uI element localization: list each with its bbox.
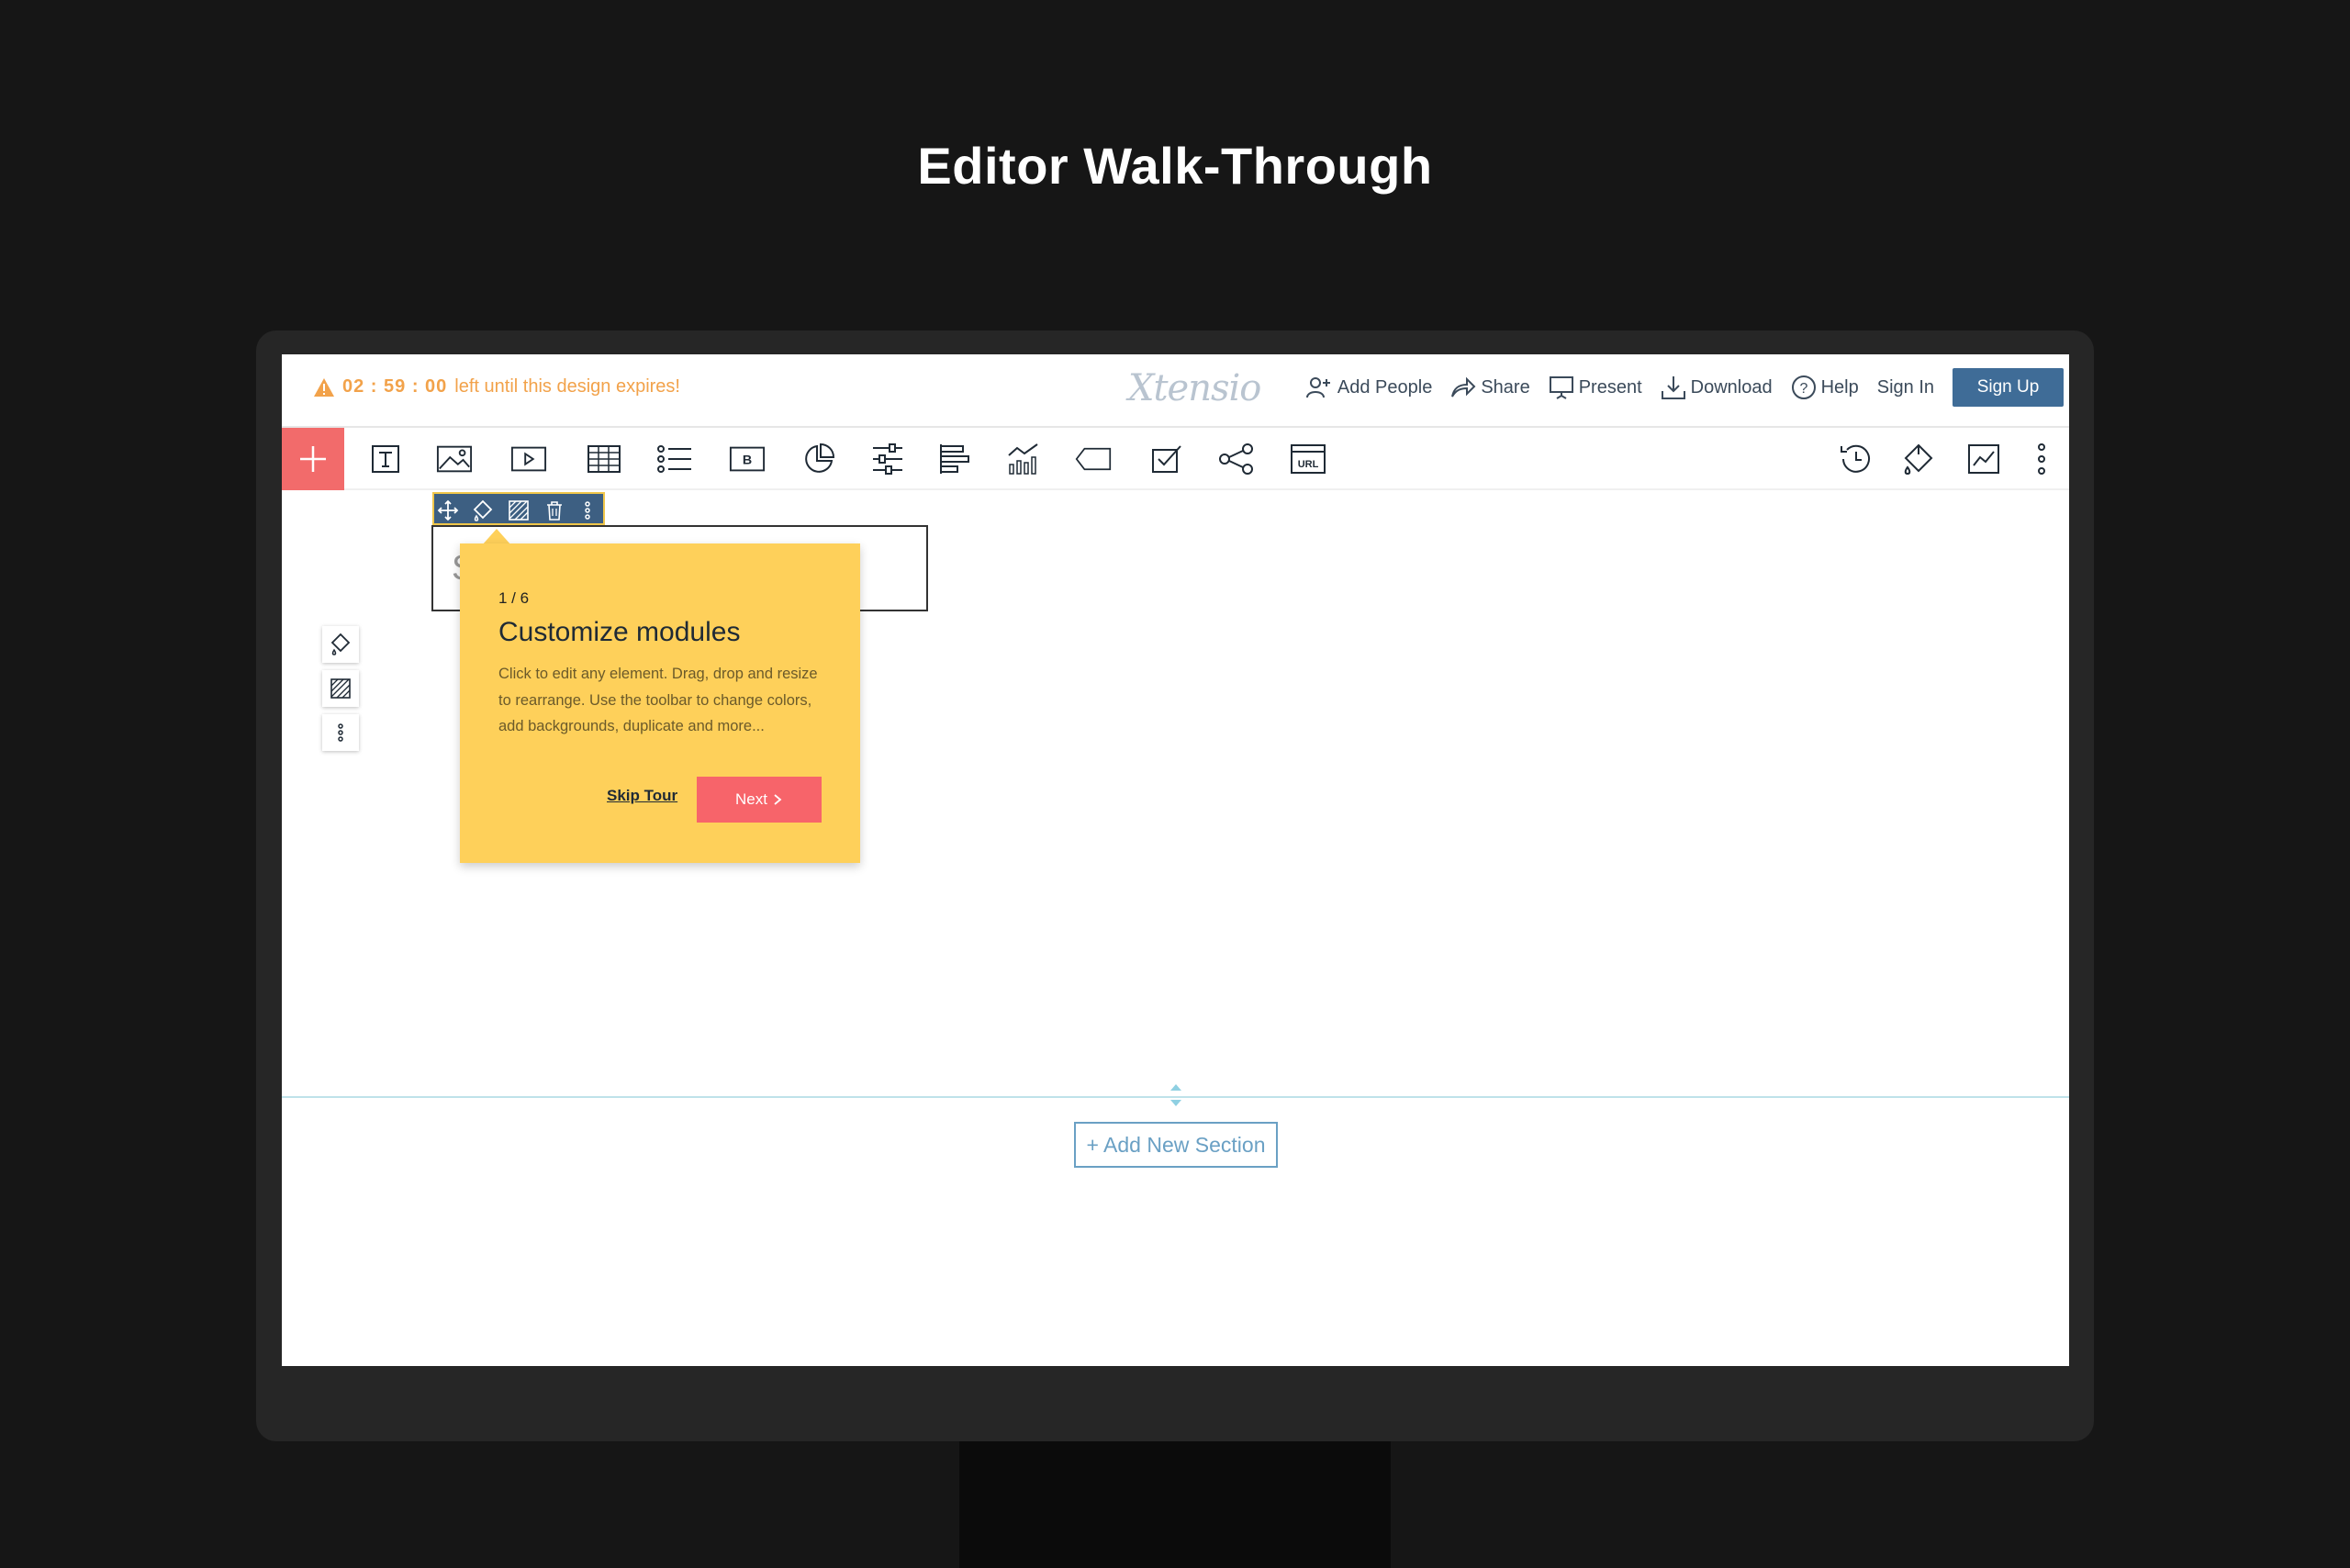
tour-heading: Customize modules: [498, 617, 741, 647]
video-icon: [510, 446, 547, 472]
warning-icon: [314, 377, 334, 397]
timeline-tool[interactable]: [936, 441, 973, 477]
help-circle-icon: ?: [1791, 375, 1816, 399]
top-bar: 02 : 59 : 00 left until this design expi…: [282, 354, 2069, 428]
download-button[interactable]: Download: [1661, 375, 1773, 400]
section-more-button[interactable]: [322, 714, 359, 751]
present-button[interactable]: Present: [1549, 375, 1642, 399]
top-nav: Add People Share Present Download ? Help…: [1305, 367, 2064, 408]
analytics-icon: [1968, 444, 1999, 474]
paint-bucket-icon: [1904, 443, 1933, 476]
help-label: Help: [1820, 376, 1859, 398]
more-vertical-icon: [585, 501, 590, 520]
more-options-tool[interactable]: [2023, 441, 2060, 477]
image-tool[interactable]: [436, 441, 473, 477]
sliders-icon: [873, 443, 902, 475]
add-people-button[interactable]: Add People: [1305, 375, 1432, 399]
sign-up-button[interactable]: Sign Up: [1953, 368, 2064, 407]
paint-bucket-icon: [473, 499, 493, 521]
video-tool[interactable]: [510, 441, 547, 477]
add-person-icon: [1305, 377, 1330, 398]
present-label: Present: [1578, 376, 1642, 398]
download-icon: [1661, 376, 1685, 399]
module-color-button[interactable]: [471, 498, 495, 522]
bar-align-icon: [940, 444, 969, 474]
move-icon: [437, 499, 459, 521]
svg-text:URL: URL: [1298, 459, 1319, 470]
resize-handle-icon[interactable]: [1169, 1081, 1183, 1109]
presentation-icon: [1549, 376, 1573, 399]
more-vertical-icon: [338, 723, 343, 742]
app-logo[interactable]: Xtensio: [1128, 367, 1261, 409]
section-color-button[interactable]: [322, 626, 359, 663]
table-icon: [588, 445, 621, 473]
add-people-label: Add People: [1337, 376, 1433, 398]
chevron-right-icon: [774, 794, 782, 805]
module-background-button[interactable]: [507, 498, 531, 522]
module-toolbar: B URL: [282, 428, 2069, 490]
page-title: Editor Walk-Through: [917, 137, 1433, 195]
hatch-pattern-icon: [509, 500, 529, 521]
module-more-button[interactable]: [576, 498, 599, 522]
tag-tool[interactable]: [1075, 441, 1112, 477]
chart-tool[interactable]: [800, 441, 837, 477]
editor-screen: 02 : 59 : 00 left until this design expi…: [282, 354, 2069, 1366]
skip-tour-link[interactable]: Skip Tour: [607, 787, 677, 805]
tour-popover: 1 / 6 Customize modules Click to edit an…: [460, 543, 860, 863]
add-new-section-button[interactable]: + Add New Section: [1074, 1122, 1278, 1168]
list-tool[interactable]: [656, 441, 693, 477]
section-background-button[interactable]: [322, 670, 359, 707]
next-button[interactable]: Next: [697, 777, 822, 823]
share-button[interactable]: Share: [1450, 376, 1530, 398]
table-tool[interactable]: [586, 441, 622, 477]
graph-tool[interactable]: [1005, 441, 1042, 477]
move-handle[interactable]: [436, 498, 460, 522]
tag-icon: [1075, 447, 1112, 471]
url-icon: URL: [1291, 444, 1326, 474]
list-icon: [657, 445, 691, 473]
text-icon: [372, 445, 399, 473]
download-label: Download: [1690, 376, 1773, 398]
selected-module-toolbar: [432, 492, 605, 525]
checkbox-icon: [1152, 445, 1181, 473]
analytics-tool[interactable]: [1965, 441, 2002, 477]
hatch-pattern-icon: [330, 678, 351, 699]
expiry-timer: 02 : 59 : 00: [342, 376, 448, 397]
text-tool[interactable]: [367, 441, 404, 477]
svg-text:B: B: [743, 454, 752, 468]
theme-tool[interactable]: [1900, 441, 1937, 477]
svg-text:?: ?: [1799, 381, 1807, 397]
next-label: Next: [735, 790, 767, 808]
more-vertical-icon: [2038, 443, 2045, 475]
expiry-notice: 02 : 59 : 00 left until this design expi…: [313, 376, 680, 398]
share-label: Share: [1481, 376, 1530, 398]
sign-in-link[interactable]: Sign In: [1877, 377, 1934, 398]
history-tool[interactable]: [1837, 441, 1874, 477]
url-tool[interactable]: URL: [1290, 441, 1326, 477]
button-icon: B: [729, 446, 766, 472]
form-tool[interactable]: [1148, 441, 1185, 477]
button-tool[interactable]: B: [729, 441, 766, 477]
add-module-button[interactable]: [282, 428, 344, 490]
tour-body: Click to edit any element. Drag, drop an…: [498, 666, 818, 734]
trash-icon: [547, 501, 562, 521]
expiry-text: left until this design expires!: [454, 376, 680, 397]
history-icon: [1841, 444, 1870, 473]
slider-tool[interactable]: [869, 441, 906, 477]
monitor-stand: [959, 1441, 1391, 1568]
section-side-tools: [322, 626, 359, 758]
image-icon: [436, 445, 473, 473]
share-nodes-icon: [1219, 443, 1253, 475]
share-arrow-icon: [1451, 376, 1476, 398]
paint-bucket-icon: [330, 633, 351, 655]
plus-icon: [300, 446, 326, 472]
tour-step-counter: 1 / 6: [498, 589, 530, 607]
line-chart-icon: [1008, 443, 1038, 475]
help-button[interactable]: ? Help: [1791, 375, 1859, 400]
social-tool[interactable]: [1218, 441, 1255, 477]
pie-chart-icon: [805, 442, 835, 473]
module-delete-button[interactable]: [543, 498, 566, 522]
